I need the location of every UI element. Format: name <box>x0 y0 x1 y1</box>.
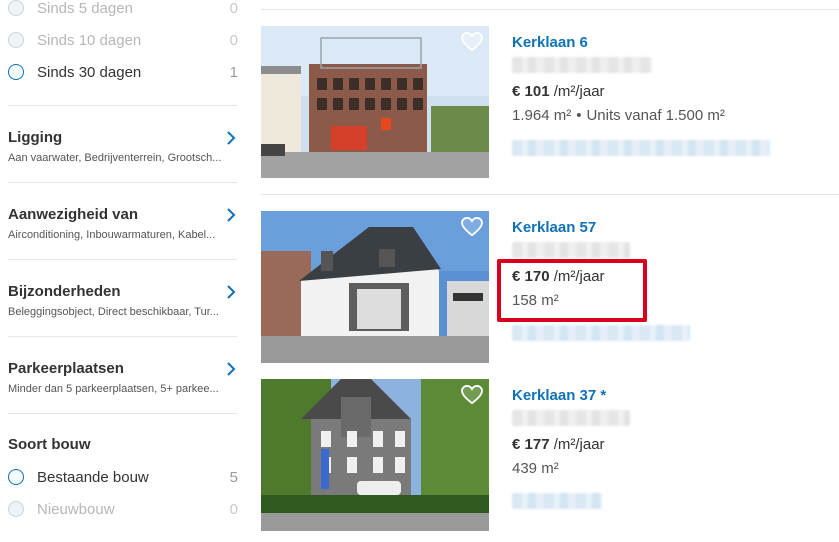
filter-option-count: 5 <box>229 468 238 486</box>
heart-icon[interactable] <box>461 385 483 405</box>
chevron-right-icon[interactable] <box>226 131 236 145</box>
filter-title: Ligging <box>8 129 63 146</box>
filter-option-5-days[interactable]: Sinds 5 dagen 0 <box>8 0 238 20</box>
filter-option-label: Sinds 30 dagen <box>37 63 142 81</box>
area-value: 1.964 m² <box>512 107 572 124</box>
filter-option-label: Nieuwbouw <box>37 500 115 518</box>
filter-option-count: 0 <box>229 0 238 17</box>
filter-option-30-days[interactable]: Sinds 30 dagen 1 <box>8 60 238 84</box>
price-unit: /m²/jaar <box>549 436 605 453</box>
chevron-right-icon[interactable] <box>226 285 236 299</box>
filter-sidebar: Sinds 5 dagen 0 Sinds 10 dagen 0 Sinds 3… <box>0 0 245 542</box>
address-redacted <box>512 57 652 73</box>
filter-bijzonderheden[interactable]: Bijzonderheden Beleggingsobject, Direct … <box>8 282 238 318</box>
radio-icon[interactable] <box>8 469 24 485</box>
filter-summary: Beleggingsobject, Direct beschikbaar, Tu… <box>8 306 219 318</box>
address-redacted <box>512 410 630 426</box>
filter-option-nieuwbouw[interactable]: Nieuwbouw 0 <box>8 497 238 521</box>
area-extra: Units vanaf 1.500 m² <box>586 107 725 124</box>
divider <box>8 259 237 260</box>
price-value: € 177 <box>512 436 550 453</box>
divider <box>261 194 839 195</box>
listing-title[interactable]: Kerklaan 6 <box>512 34 832 51</box>
divider <box>8 182 237 183</box>
chevron-right-icon[interactable] <box>226 208 236 222</box>
divider <box>8 336 237 337</box>
address-redacted <box>512 242 630 258</box>
filter-option-label: Bestaande bouw <box>37 468 149 486</box>
price-value: € 101 <box>512 83 550 100</box>
radio-icon[interactable] <box>8 0 24 16</box>
agent-redacted <box>512 325 690 341</box>
filter-option-count: 1 <box>229 63 238 81</box>
divider <box>8 105 237 106</box>
filter-aanwezigheid[interactable]: Aanwezigheid van Airconditioning, Inbouw… <box>8 205 238 241</box>
area-value: 439 m² <box>512 460 559 477</box>
section-title-soort-bouw: Soort bouw <box>8 436 91 453</box>
filter-option-count: 0 <box>229 31 238 49</box>
filter-summary: Minder dan 5 parkeerplaatsen, 5+ parkee.… <box>8 383 219 395</box>
agent-redacted <box>512 140 770 156</box>
listing-title[interactable]: Kerklaan 37 * <box>512 387 832 404</box>
agent-redacted <box>512 493 602 509</box>
listing-price: € 177 /m²/jaar <box>512 436 832 453</box>
radio-icon[interactable] <box>8 64 24 80</box>
filter-option-label: Sinds 10 dagen <box>37 31 142 49</box>
filter-option-bestaande-bouw[interactable]: Bestaande bouw 5 <box>8 465 238 489</box>
price-unit: /m²/jaar <box>549 83 605 100</box>
listing-area: 439 m² <box>512 460 832 477</box>
radio-icon[interactable] <box>8 501 24 517</box>
chevron-right-icon[interactable] <box>226 362 236 376</box>
heart-icon[interactable] <box>461 32 483 52</box>
listing-photo[interactable] <box>261 379 489 531</box>
filter-summary: Aan vaarwater, Bedrijventerrein, Grootsc… <box>8 152 222 164</box>
filter-title: Bijzonderheden <box>8 283 121 300</box>
listing-photo[interactable] <box>261 211 489 363</box>
listing-area: 1.964 m² • Units vanaf 1.500 m² <box>512 107 832 124</box>
listing-price: € 101 /m²/jaar <box>512 83 832 100</box>
filter-option-label: Sinds 5 dagen <box>37 0 133 17</box>
divider <box>8 413 237 414</box>
filter-option-10-days[interactable]: Sinds 10 dagen 0 <box>8 28 238 52</box>
listing-photo[interactable] <box>261 26 489 178</box>
listing-info: Kerklaan 37 * € 177 /m²/jaar 439 m² <box>512 387 832 509</box>
filter-ligging[interactable]: Ligging Aan vaarwater, Bedrijventerrein,… <box>8 128 238 164</box>
filter-title: Parkeerplaatsen <box>8 360 124 377</box>
listing-title[interactable]: Kerklaan 57 <box>512 219 832 236</box>
separator-dot: • <box>576 107 582 124</box>
heart-icon[interactable] <box>461 217 483 237</box>
price-highlight-box <box>497 259 647 322</box>
filter-option-count: 0 <box>229 500 238 518</box>
filter-parkeerplaatsen[interactable]: Parkeerplaatsen Minder dan 5 parkeerplaa… <box>8 359 238 395</box>
filter-title: Aanwezigheid van <box>8 206 139 223</box>
radio-icon[interactable] <box>8 32 24 48</box>
divider <box>261 9 839 10</box>
filter-summary: Airconditioning, Inbouwarmaturen, Kabel.… <box>8 229 216 241</box>
listing-info: Kerklaan 6 € 101 /m²/jaar 1.964 m² • Units… <box>512 34 832 156</box>
